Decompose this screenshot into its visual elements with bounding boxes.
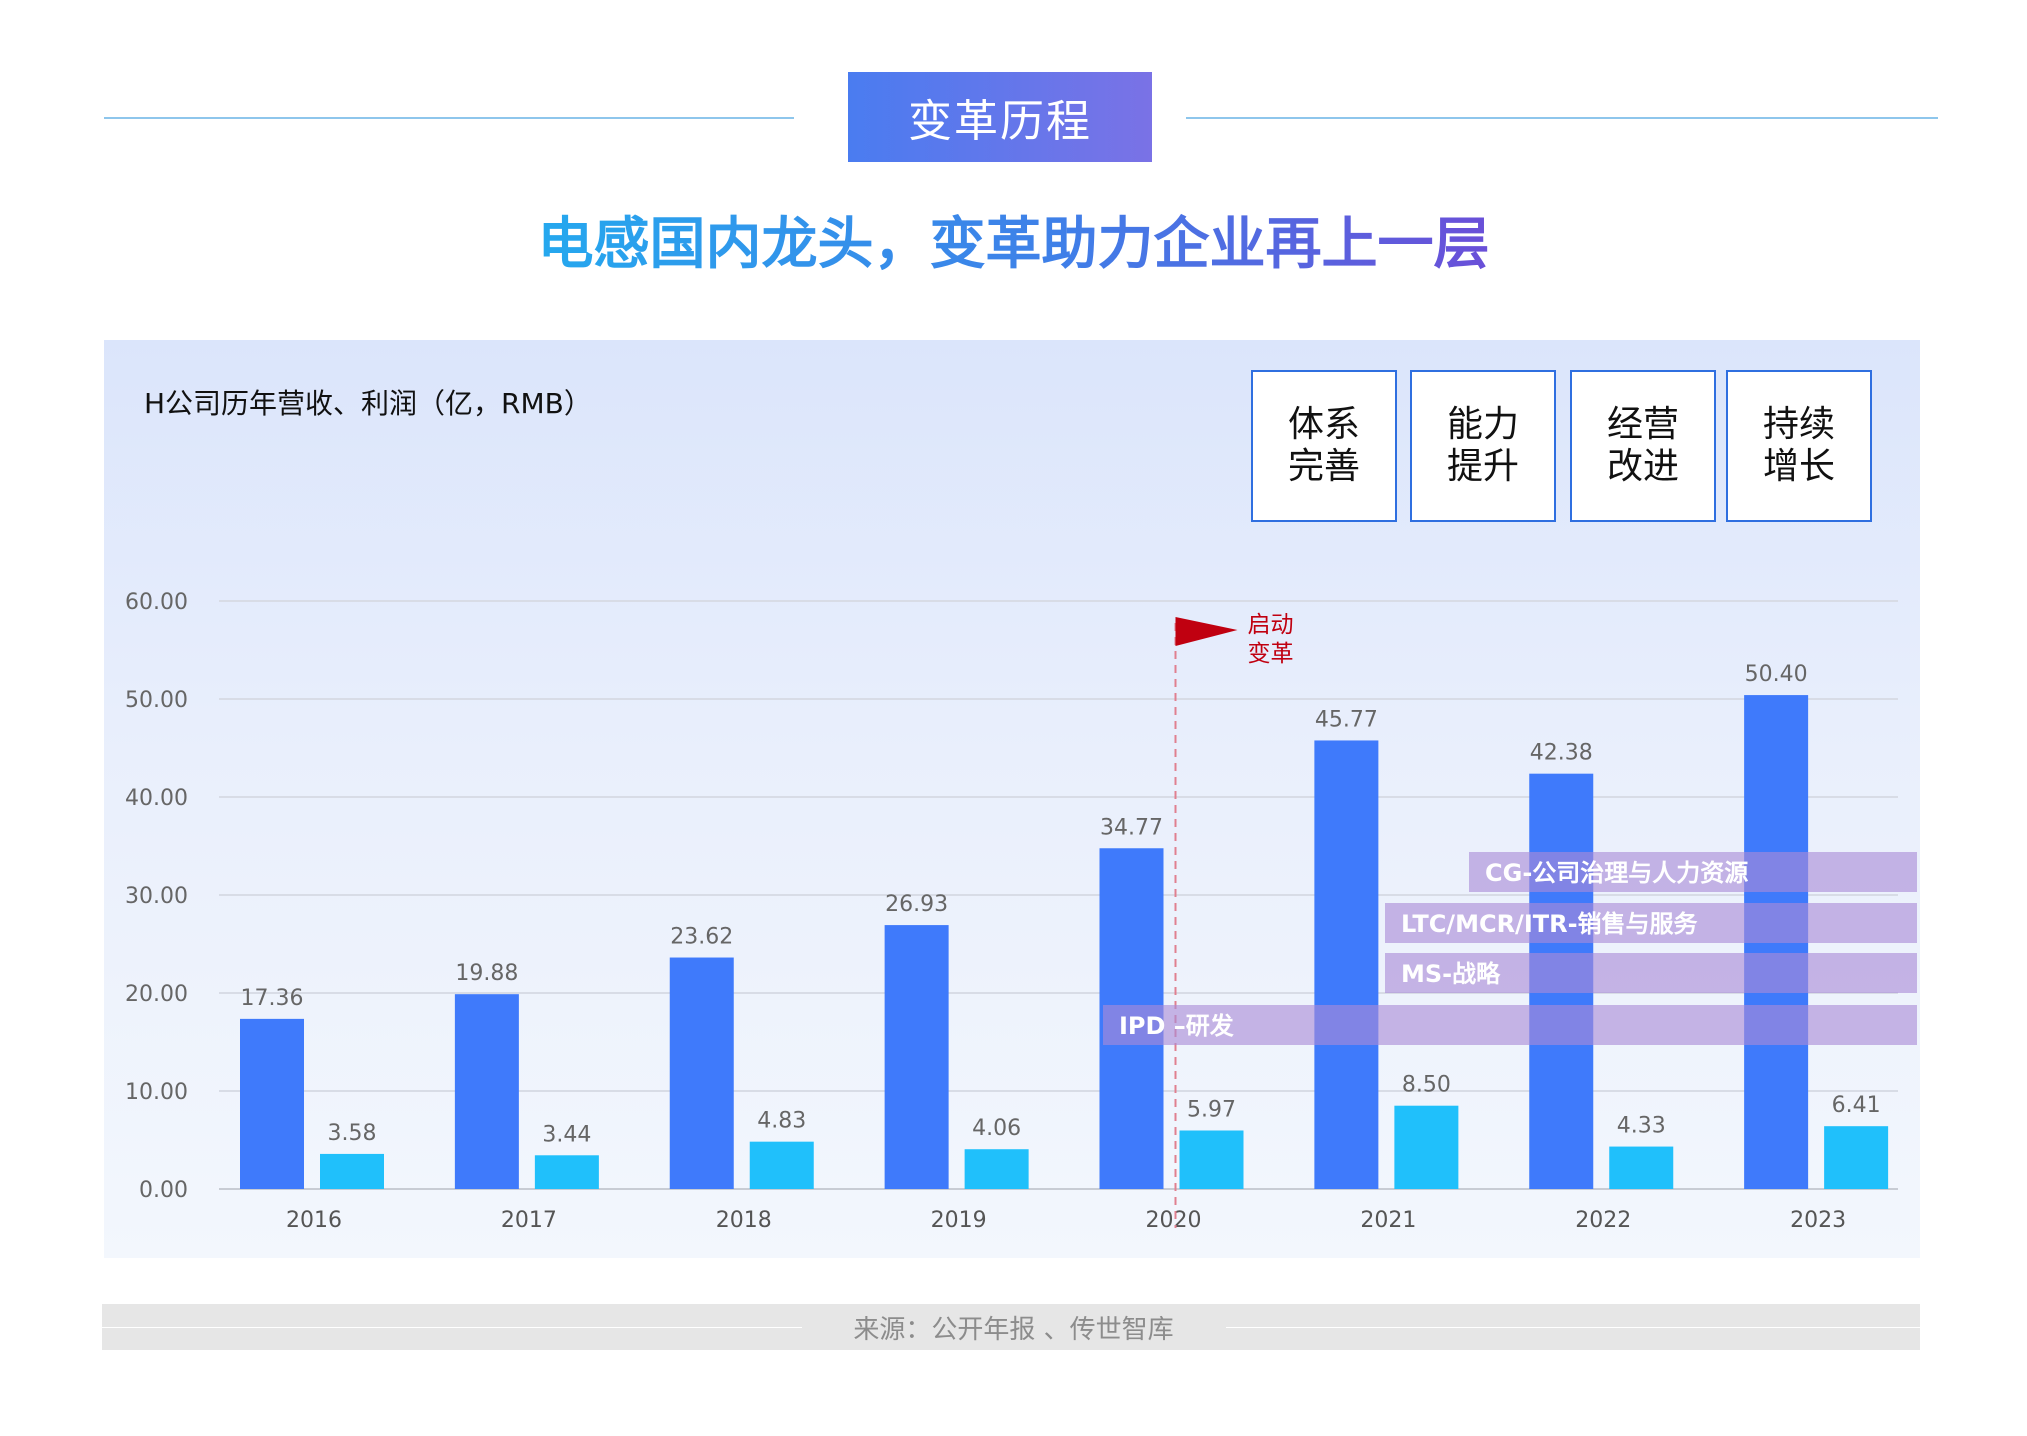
profit-data-label: 4.33 [1617, 1114, 1666, 1139]
profit-bar [534, 1155, 599, 1189]
revenue-data-label: 42.38 [1530, 741, 1593, 766]
revenue-data-label: 23.62 [670, 925, 733, 950]
y-tick-label: 40.00 [125, 786, 188, 811]
x-tick-label: 2023 [1790, 1208, 1846, 1233]
x-tick-label: 2020 [1146, 1208, 1202, 1233]
revenue-data-label: 19.88 [455, 961, 518, 986]
stage-box-system: 体系完善 [1251, 370, 1397, 522]
revenue-bar [454, 994, 519, 1189]
x-tick-label: 2017 [501, 1208, 557, 1233]
y-tick-label: 20.00 [125, 982, 188, 1007]
revenue-data-label: 26.93 [885, 892, 948, 917]
y-tick-label: 0.00 [139, 1178, 188, 1203]
profit-data-label: 8.50 [1402, 1073, 1451, 1098]
x-tick-label: 2018 [716, 1208, 772, 1233]
revenue-bar [669, 957, 734, 1189]
profit-data-label: 4.83 [757, 1109, 806, 1134]
change-marker-label: 启动 [1248, 612, 1294, 638]
profit-data-label: 3.58 [328, 1121, 377, 1146]
y-tick-label: 30.00 [125, 884, 188, 909]
profit-bar [1609, 1146, 1674, 1189]
initiative-band-label: LTC/MCR/ITR-销售与服务 [1401, 910, 1699, 938]
revenue-data-label: 17.36 [241, 986, 304, 1011]
x-tick-label: 2021 [1360, 1208, 1416, 1233]
header-divider-right [1186, 117, 1938, 119]
initiative-band-label: MS-战略 [1401, 960, 1501, 988]
flag-icon [1175, 617, 1238, 646]
revenue-bar [240, 1018, 304, 1189]
profit-data-label: 4.06 [972, 1116, 1021, 1141]
page-subtitle: 电感国内龙头，变革助力企业再上一层 [537, 212, 1490, 277]
chart-panel: 0.00 10.00 20.00 30.00 40.00 50.00 60.00 17.36 3… [104, 340, 1920, 1258]
stage-box-operation: 经营改进 [1570, 370, 1716, 522]
chart-title: H公司历年营收、利润（亿，RMB） [144, 387, 592, 420]
source-note: 来源：公开年报 、传世智库 [0, 1309, 2027, 1346]
x-tick-label: 2016 [286, 1208, 342, 1233]
y-tick-label: 50.00 [125, 688, 188, 713]
page-title: 变革历程 [848, 72, 1152, 162]
header-divider-left [104, 117, 794, 119]
profit-data-label: 5.97 [1187, 1097, 1236, 1122]
profit-bar [320, 1153, 384, 1189]
revenue-data-label: 34.77 [1100, 815, 1163, 840]
revenue-data-label: 45.77 [1315, 707, 1378, 732]
x-tick-label: 2022 [1575, 1208, 1631, 1233]
change-marker-label: 变革 [1248, 641, 1294, 667]
profit-bar [749, 1141, 814, 1189]
stage-box-capability: 能力提升 [1410, 370, 1556, 522]
initiative-band-label: IPD –研发 [1119, 1012, 1234, 1040]
profit-bar [1179, 1130, 1244, 1189]
profit-bar [1394, 1105, 1459, 1189]
profit-data-label: 3.44 [542, 1122, 591, 1147]
y-tick-label: 10.00 [125, 1080, 188, 1105]
stage-box-growth: 持续增长 [1726, 370, 1872, 522]
profit-data-label: 6.41 [1832, 1093, 1881, 1118]
revenue-data-label: 50.40 [1745, 662, 1808, 687]
x-tick-label: 2019 [931, 1208, 987, 1233]
profit-bar [964, 1149, 1029, 1189]
initiative-band-label: CG-公司治理与人力资源 [1485, 859, 1748, 887]
revenue-bar [884, 925, 949, 1189]
revenue-bar [1314, 740, 1379, 1189]
profit-bar [1824, 1126, 1889, 1189]
y-tick-label: 60.00 [125, 590, 188, 615]
